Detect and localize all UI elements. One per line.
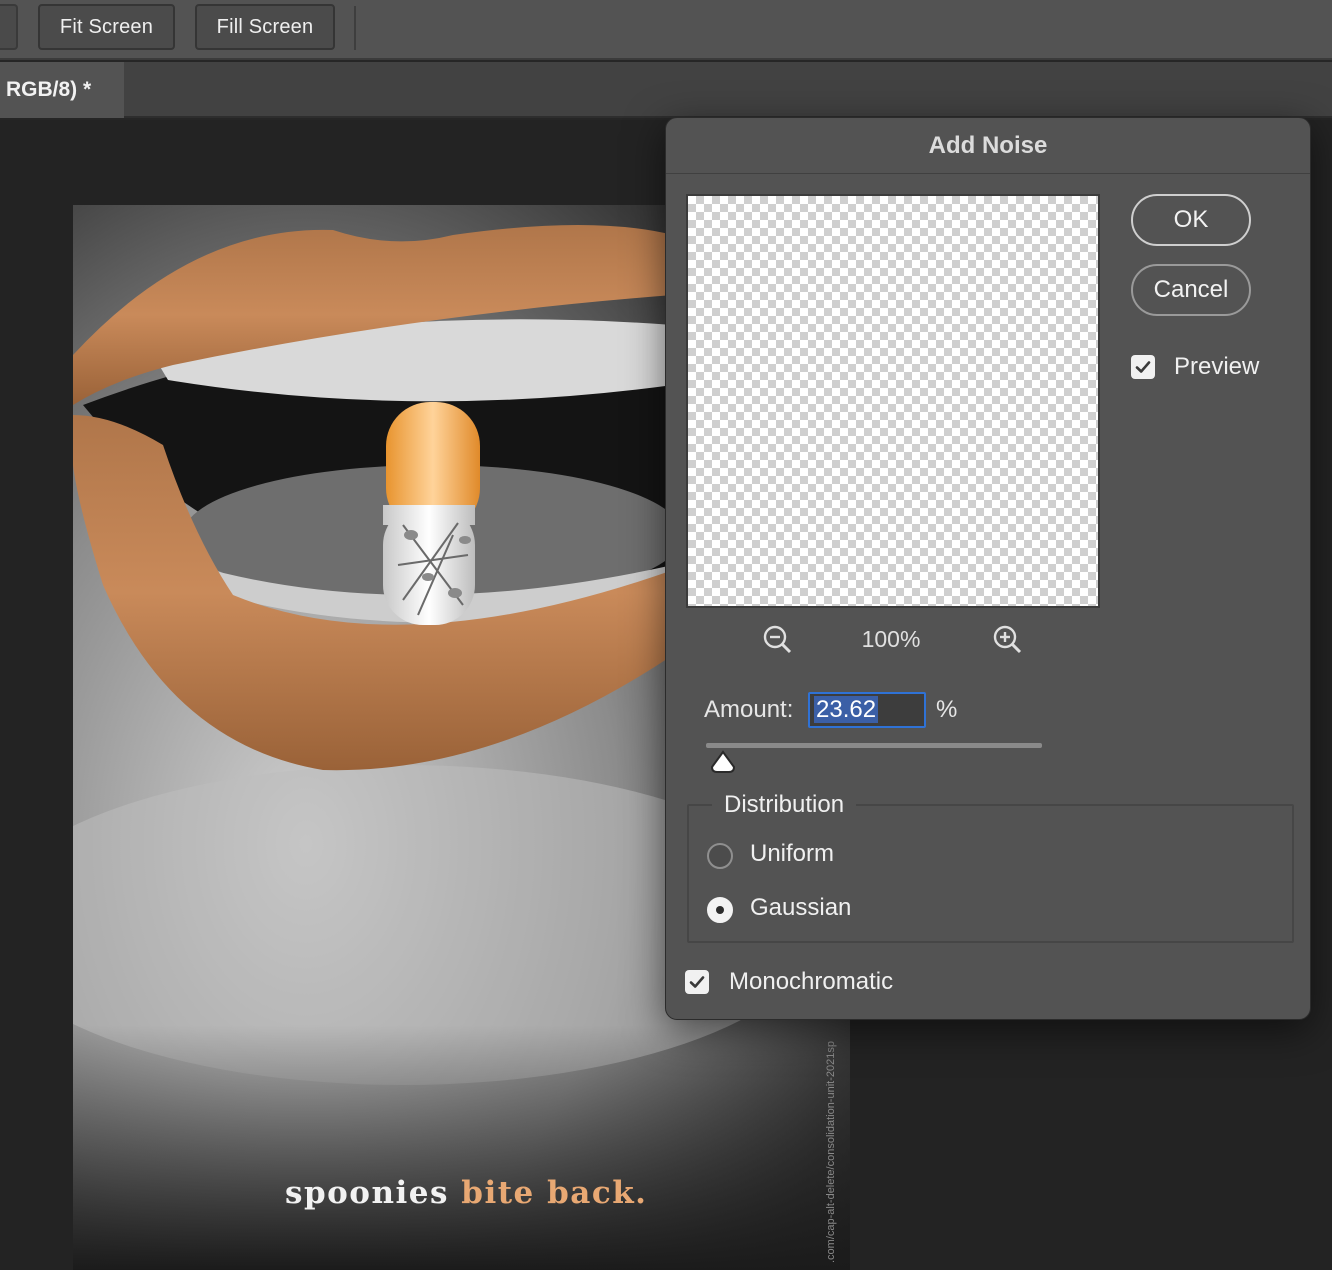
fill-screen-button[interactable]: Fill Screen [195,4,335,50]
add-noise-dialog: Add Noise 100% OK Cancel Preview Amount:… [665,117,1311,1020]
fit-screen-button[interactable]: Fit Screen [38,4,175,50]
monochromatic-checkbox[interactable] [685,970,709,994]
checkmark-icon [1135,361,1151,373]
document-tab[interactable]: RGB/8) * [0,62,124,118]
options-bar: Fit Screen Fill Screen [0,0,1332,60]
options-bar-button-partial[interactable] [0,4,18,50]
ok-button[interactable]: OK [1131,194,1251,246]
amount-unit: % [936,696,958,723]
dialog-title[interactable]: Add Noise [666,118,1310,174]
amount-slider-track[interactable] [706,743,1042,748]
checkmark-icon [689,976,705,988]
preview-checkbox[interactable] [1131,355,1155,379]
filter-preview-pane[interactable] [686,194,1100,608]
poster-tagline-white: spoonies [285,1175,449,1211]
poster-side-url: .com/cap-alt-delete/consolidation-unit-2… [825,1041,837,1263]
uniform-radio[interactable] [707,843,733,869]
poster-tagline-accent: bite back. [461,1175,648,1211]
gaussian-label[interactable]: Gaussian [750,894,851,922]
amount-value: 23.62 [814,696,879,723]
amount-label: Amount: [704,696,794,723]
gaussian-radio[interactable] [707,897,733,923]
zoom-out-icon[interactable] [762,624,794,656]
monochromatic-label[interactable]: Monochromatic [729,968,893,996]
document-tab-bar: RGB/8) * [0,62,1332,118]
zoom-in-icon[interactable] [992,624,1024,656]
poster-tagline: spoonies bite back. [285,1175,647,1211]
zoom-level: 100% [861,626,921,652]
amount-slider-thumb[interactable] [710,750,736,774]
cancel-button[interactable]: Cancel [1131,264,1251,316]
uniform-label[interactable]: Uniform [750,840,834,868]
distribution-title: Distribution [712,791,857,819]
options-bar-divider [354,6,356,50]
distribution-group [687,804,1294,943]
preview-label[interactable]: Preview [1174,353,1259,381]
amount-field[interactable]: 23.62 [808,692,926,728]
